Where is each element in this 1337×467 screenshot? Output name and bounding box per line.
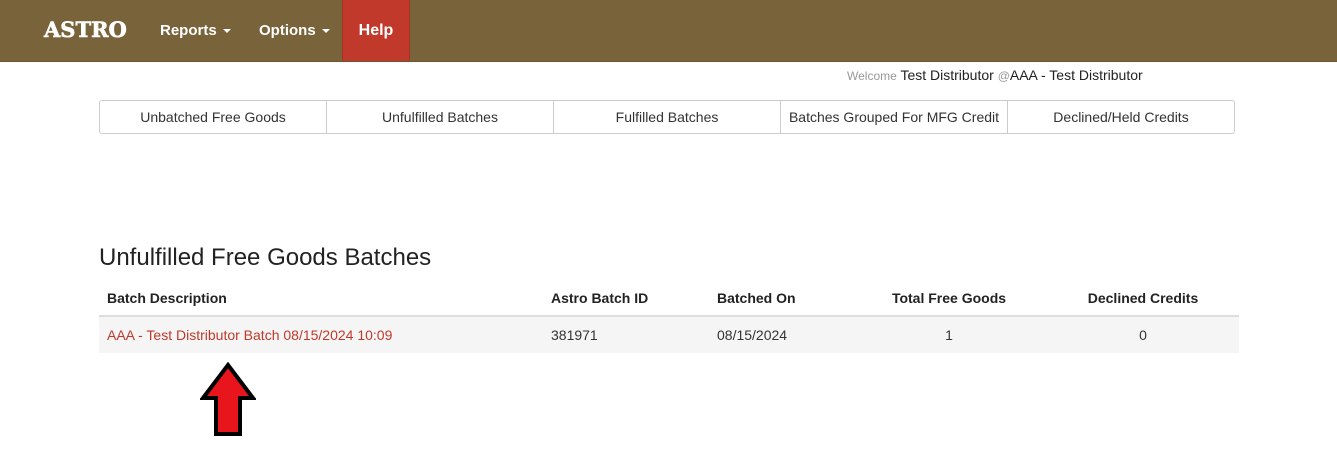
tab-batches-grouped-for-mfg-credit[interactable]: Batches Grouped For MFG Credit (780, 100, 1008, 134)
tab-declined-held-credits[interactable]: Declined/Held Credits (1007, 100, 1235, 134)
batch-description-link[interactable]: AAA - Test Distributor Batch 08/15/2024 … (107, 327, 392, 343)
reports-menu[interactable]: Reports (160, 0, 231, 61)
welcome-at: @ (997, 69, 1010, 83)
welcome-org: AAA - Test Distributor (1009, 67, 1143, 83)
cell-astro-batch-id: 381971 (551, 327, 598, 343)
column-header-total-free-goods: Total Free Goods (891, 290, 1007, 306)
up-arrow-icon (200, 362, 256, 436)
caret-down-icon (222, 29, 231, 34)
column-header-astro-batch-id: Astro Batch ID (551, 290, 649, 306)
column-header-batched-on: Batched On (717, 290, 796, 306)
options-menu-label: Options (259, 22, 316, 39)
batch-tabs: Unbatched Free Goods Unfulfilled Batches… (99, 100, 1239, 134)
reports-menu-label: Reports (160, 22, 217, 39)
help-button[interactable]: Help (342, 0, 410, 61)
top-navbar: ASTRO Reports Options Help (0, 0, 1337, 62)
column-header-declined-credits: Declined Credits (1087, 290, 1199, 306)
tab-unfulfilled-batches[interactable]: Unfulfilled Batches (326, 100, 554, 134)
options-menu[interactable]: Options (259, 0, 330, 61)
tab-unbatched-free-goods[interactable]: Unbatched Free Goods (99, 100, 327, 134)
brand-logo[interactable]: ASTRO (44, 17, 127, 43)
caret-down-icon (321, 29, 330, 34)
welcome-user: Test Distributor (900, 67, 994, 83)
tab-fulfilled-batches[interactable]: Fulfilled Batches (553, 100, 781, 134)
cell-total-free-goods: 1 (945, 327, 953, 343)
welcome-prefix: Welcome (847, 69, 897, 83)
page-title: Unfulfilled Free Goods Batches (99, 244, 432, 271)
table-row: AAA - Test Distributor Batch 08/15/2024 … (99, 317, 1239, 353)
welcome-message: Welcome Test Distributor @AAA - Test Dis… (847, 67, 1143, 83)
cell-declined-credits: 0 (1139, 327, 1147, 343)
table-header: Batch Description Astro Batch ID Batched… (99, 280, 1239, 317)
column-header-batch-description: Batch Description (107, 290, 227, 306)
cell-batched-on: 08/15/2024 (717, 327, 788, 343)
batches-table: Batch Description Astro Batch ID Batched… (99, 280, 1239, 353)
